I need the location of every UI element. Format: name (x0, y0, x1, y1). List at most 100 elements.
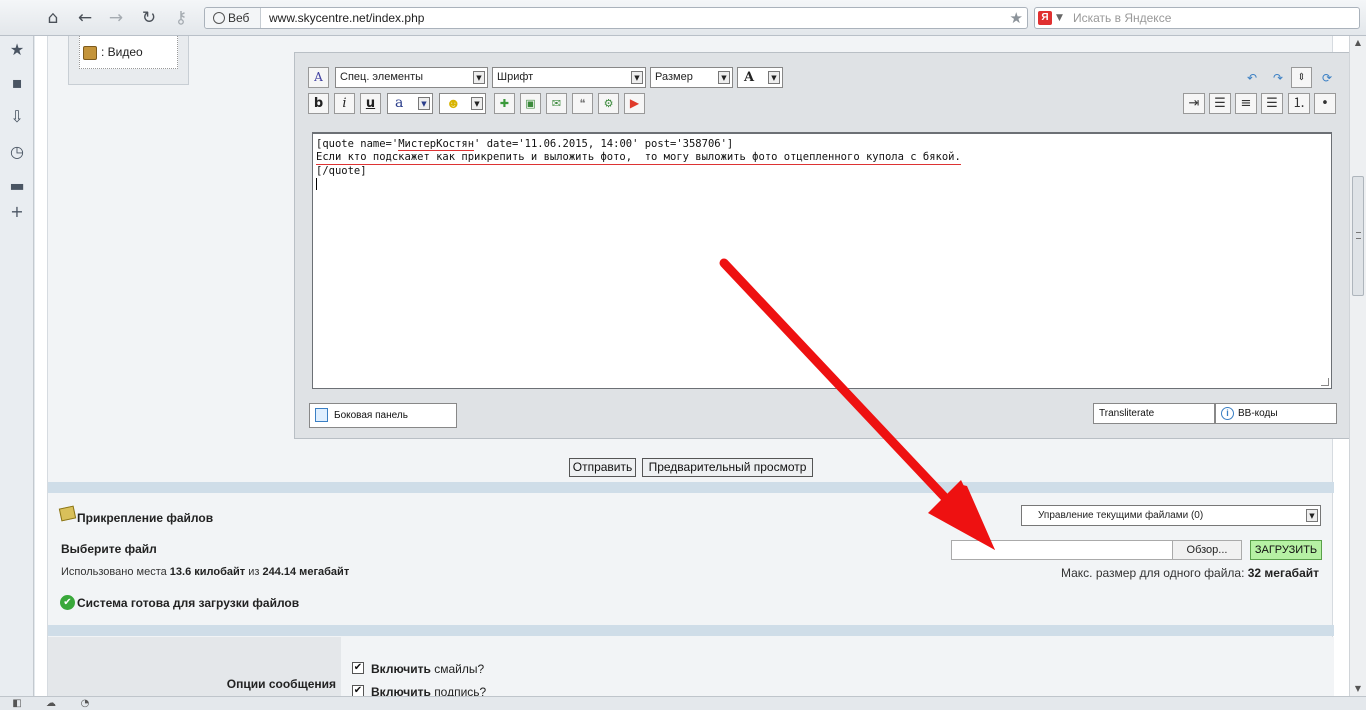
quote-open-b: ' date='11.06.2015, 14:00' post='358706'… (474, 138, 734, 150)
browse-button[interactable]: Обзор... (1172, 540, 1242, 560)
video-item[interactable]: : Видео (79, 36, 178, 69)
panel-icon (315, 408, 328, 422)
key-icon[interactable]: ⚷ (170, 7, 192, 29)
search-engine-dropdown-icon[interactable]: ▼ (1056, 8, 1063, 28)
web-label: Веб (228, 11, 250, 25)
history-clock-icon[interactable]: ◷ (7, 142, 27, 162)
submit-button[interactable]: Отправить (569, 458, 636, 477)
text-format-select[interactable]: a ▼ (387, 93, 433, 114)
video-label: : Видео (101, 45, 143, 59)
toggle-editor-icon[interactable]: ⟳ (1317, 68, 1337, 88)
address-bar[interactable]: Веб www.skycentre.net/index.php ★ (204, 7, 1028, 29)
quote-body: Если кто подскажет как прикрепить и выло… (316, 151, 961, 165)
yandex-logo[interactable]: Я (1038, 11, 1052, 25)
smilies-checkbox[interactable]: ✔ (352, 662, 364, 674)
browser-toolbar: ⌂ ← → ↻ ⚷ Веб www.skycentre.net/index.ph… (0, 0, 1366, 36)
resize-handle[interactable] (1321, 378, 1329, 386)
undo-icon[interactable]: ↶ (1242, 68, 1262, 88)
cloud-icon[interactable]: ☁ (44, 697, 58, 710)
web-page: : Видео A Спец. элементы ▼ Шрифт ▼ Размер ▼… (35, 36, 1349, 696)
quote-open-a: [quote name=' (316, 138, 399, 150)
preview-button[interactable]: Предварительный просмотр (642, 458, 813, 477)
browser-window: ⌂ ← → ↻ ⚷ Веб www.skycentre.net/index.ph… (0, 0, 1366, 710)
underline-button[interactable]: u (360, 93, 381, 114)
side-panel-button-label: Боковая панель (334, 410, 408, 421)
indent-icon[interactable]: ⇥ (1183, 93, 1205, 114)
align-center-icon[interactable]: ≡ (1235, 93, 1257, 114)
post-options-row: Опции сообщения ✔ Включить смайлы? ✔ Вкл… (48, 637, 1334, 696)
check-circle-icon: ✔ (60, 595, 75, 610)
space-usage: Использовано места 13.6 килобайт из 244.… (61, 566, 349, 578)
remove-format-icon[interactable]: A (308, 67, 329, 88)
reload-icon[interactable]: ↻ (138, 7, 160, 29)
home-icon[interactable]: ⌂ (42, 7, 64, 29)
yandex-search-input[interactable]: Я ▼ Искать в Яндексе (1034, 7, 1360, 29)
align-left-icon[interactable]: ☰ (1209, 93, 1231, 114)
attachments-title: Прикрепление файлов (77, 511, 214, 525)
bulleted-list-icon[interactable]: • (1314, 93, 1336, 114)
size-label: Размер (655, 71, 693, 83)
bookmark-star-icon[interactable]: ★ (1010, 8, 1023, 28)
insert-quote-icon[interactable]: ❝ (572, 93, 593, 114)
manage-files-select[interactable]: Управление текущими файлами (0) ▼ (1021, 505, 1321, 526)
file-path-input[interactable] (951, 540, 1173, 560)
emoticons-select[interactable]: ☻ ▼ (439, 93, 486, 114)
forward-icon[interactable]: → (105, 7, 127, 29)
align-right-icon[interactable]: ☰ (1261, 93, 1283, 114)
back-icon[interactable]: ← (74, 7, 96, 29)
web-tag[interactable]: Веб (205, 8, 261, 28)
scroll-thumb[interactable] (1352, 176, 1364, 296)
post-options-label: Опции сообщения (226, 677, 336, 691)
rich-text-editor: A Спец. элементы ▼ Шрифт ▼ Размер ▼ A ▼ ↶ ↷ … (294, 52, 1349, 439)
usage-total: 244.14 мегабайт (262, 566, 350, 578)
panels-icon[interactable]: ▬ (7, 176, 27, 196)
size-select[interactable]: Размер ▼ (650, 67, 733, 88)
favorites-star-icon[interactable]: ★ (7, 40, 27, 60)
signature-bold: Включить (371, 685, 431, 696)
smiley-icon: ☻ (446, 95, 461, 111)
italic-button[interactable]: i (334, 93, 355, 114)
upload-button[interactable]: ЗАГРУЗИТЬ (1250, 540, 1322, 560)
info-icon: i (1221, 407, 1234, 420)
page-scrollbar[interactable]: ▲ ▼ (1349, 36, 1366, 696)
max-size-value: 32 мегабайт (1247, 566, 1319, 580)
manage-files-label: Управление текущими файлами (0) (1038, 510, 1204, 521)
browser-statusbar: ◧ ☁ ◔ (0, 696, 1366, 710)
add-panel-icon[interactable]: + (7, 202, 27, 222)
toggle-sidebar-icon[interactable]: ◧ (10, 697, 24, 710)
notes-icon[interactable]: ▪ (7, 73, 27, 93)
resize-editor-icon[interactable]: ⇕ (1291, 67, 1312, 88)
downloads-icon[interactable]: ⇩ (7, 107, 27, 127)
special-elements-select[interactable]: Спец. элементы ▼ (335, 67, 488, 88)
insert-code-icon[interactable]: ⚙ (598, 93, 619, 114)
video-icon (83, 46, 97, 60)
globe-icon (213, 12, 225, 24)
font-color-label: A (744, 70, 755, 85)
speed-dial-icon[interactable]: ◔ (78, 697, 92, 710)
font-select[interactable]: Шрифт ▼ (492, 67, 646, 88)
numbered-list-icon[interactable]: ⒈ (1288, 93, 1310, 114)
insert-email-icon[interactable]: ✉ (546, 93, 567, 114)
upload-ready-status: Система готова для загрузки файлов (77, 596, 300, 610)
scroll-up-icon[interactable]: ▲ (1350, 36, 1366, 50)
url-text: www.skycentre.net/index.php (269, 11, 425, 25)
insert-link-icon[interactable]: ✚ (494, 93, 515, 114)
special-elements-label: Спец. элементы (340, 71, 424, 83)
bold-button[interactable]: b (308, 93, 329, 114)
scroll-down-icon[interactable]: ▼ (1350, 682, 1366, 696)
text-caret (316, 178, 317, 190)
insert-media-icon[interactable]: ▶ (624, 93, 645, 114)
message-textarea[interactable]: [quote name='МистерКостян' date='11.06.2… (312, 132, 1332, 389)
usage-used: 13.6 килобайт (169, 566, 246, 578)
transliterate-button[interactable]: Transliterate (1093, 403, 1215, 424)
side-panel-button[interactable]: Боковая панель (309, 403, 457, 428)
insert-image-icon[interactable]: ▣ (520, 93, 541, 114)
bbcodes-button[interactable]: i BB-коды (1215, 403, 1337, 424)
search-placeholder: Искать в Яндексе (1073, 11, 1172, 25)
signature-checkbox[interactable]: ✔ (352, 685, 364, 696)
chevron-down-icon: ▼ (471, 97, 483, 110)
redo-icon[interactable]: ↷ (1268, 68, 1288, 88)
chevron-down-icon: ▼ (718, 71, 730, 84)
font-color-select[interactable]: A ▼ (737, 67, 783, 88)
quote-author: МистерКостян (398, 138, 475, 151)
